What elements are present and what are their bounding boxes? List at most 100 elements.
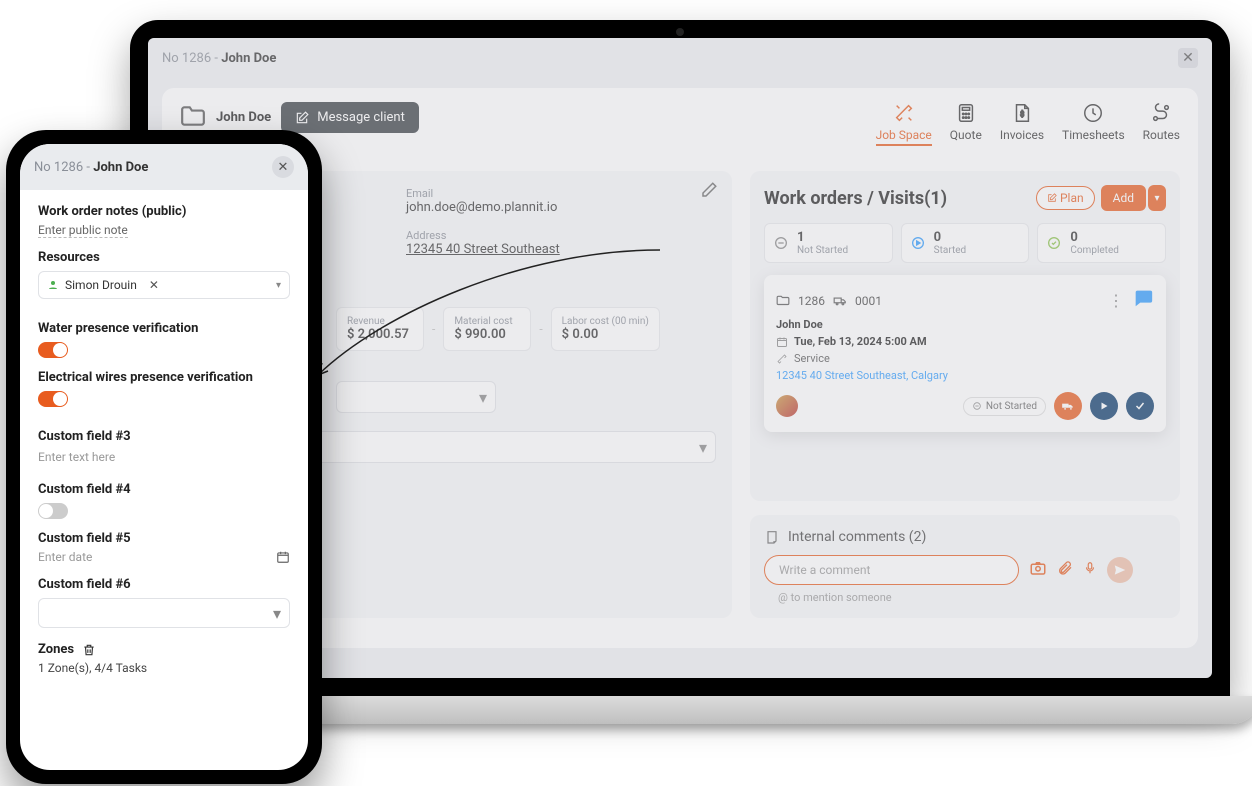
email-label: Email	[406, 187, 716, 200]
kpi-labor: Labor cost (00 min) $ 0.00	[551, 307, 660, 351]
phone-header: No 1286 - John Doe ✕	[20, 144, 308, 190]
comments-title: Internal comments (2)	[788, 529, 926, 545]
invoice-icon: $	[1011, 102, 1033, 124]
truck-small-icon	[833, 294, 847, 308]
assigned-avatar[interactable]	[776, 395, 798, 417]
camera-button[interactable]	[1029, 559, 1047, 581]
mention-hint: @ to mention someone	[778, 591, 1166, 604]
cf4-toggle[interactable]	[38, 503, 68, 519]
tools-icon	[893, 102, 915, 124]
tab-routes[interactable]: Routes	[1143, 102, 1180, 146]
circle-dash-icon	[773, 235, 789, 251]
tab-timesheets[interactable]: Timesheets	[1062, 102, 1125, 146]
stat-completed[interactable]: 0Completed	[1037, 223, 1166, 263]
phone-record-number: No 1286 -	[34, 160, 90, 175]
remove-resource-button[interactable]: ✕	[149, 278, 159, 292]
route-icon	[1150, 102, 1172, 124]
cf6-select[interactable]: ▾	[38, 598, 290, 628]
calendar-icon	[776, 336, 788, 348]
card-folder-number: 1286	[798, 294, 825, 308]
stat-not-started[interactable]: 1Not Started	[764, 223, 893, 263]
cf2-toggle[interactable]	[38, 391, 68, 407]
phone-client-name: John Doe	[93, 160, 148, 175]
message-client-button[interactable]: Message client	[281, 102, 419, 133]
work-orders-panel: Work orders / Visits(1) Plan Add ▾	[750, 171, 1180, 501]
play-icon	[1098, 400, 1110, 412]
card-more-menu[interactable]: ⋮	[1108, 291, 1122, 310]
trash-icon[interactable]	[82, 643, 96, 657]
cf3-label: Custom field #3	[38, 429, 290, 444]
cf1-label: Water presence verification	[38, 321, 290, 336]
pencil-icon	[700, 181, 718, 199]
tab-quote[interactable]: Quote	[950, 102, 982, 146]
card-client-name: John Doe	[776, 318, 1154, 331]
start-button[interactable]	[1090, 392, 1118, 420]
kpi-row: Revenue $ 2,000.57 - Material cost $ 990…	[336, 307, 716, 351]
close-window-button[interactable]: ✕	[1178, 48, 1198, 68]
zones-summary: 1 Zone(s), 4/4 Tasks	[38, 661, 290, 675]
top-nav-tabs: Job Space Quote $ Invoices Timesheets	[876, 102, 1180, 146]
notes-label: Work order notes (public)	[38, 204, 290, 219]
add-dropdown-button[interactable]: ▾	[1148, 185, 1166, 211]
phone-close-button[interactable]: ✕	[272, 156, 294, 178]
work-order-card[interactable]: 1286 0001 ⋮	[764, 275, 1166, 432]
card-datetime: Tue, Feb 13, 2024 5:00 AM	[794, 335, 927, 348]
plan-icon	[1047, 193, 1057, 203]
phone-frame: No 1286 - John Doe ✕ Work order notes (p…	[6, 130, 322, 784]
truck-icon	[1061, 399, 1075, 413]
complete-button[interactable]	[1126, 392, 1154, 420]
edit-message-icon	[295, 111, 309, 125]
card-visit-number: 0001	[855, 294, 882, 308]
stat-started[interactable]: 0Started	[901, 223, 1030, 263]
comments-panel: Internal comments (2) Write a comment @ …	[750, 515, 1180, 618]
send-comment-button[interactable]	[1107, 557, 1133, 583]
cf3-input[interactable]: Enter text here	[38, 444, 290, 470]
folder-client-name: John Doe	[216, 110, 271, 125]
cf5-label: Custom field #5	[38, 531, 290, 546]
chevron-down-icon: ▾	[276, 280, 281, 291]
card-address-link[interactable]: 12345 40 Street Southeast, Calgary	[776, 369, 1154, 382]
window-header: No 1286 - John Doe ✕	[148, 38, 1212, 78]
card-chat-button[interactable]	[1132, 287, 1154, 314]
laptop-camera	[676, 28, 684, 36]
check-icon	[1134, 400, 1146, 412]
send-icon	[1113, 563, 1127, 577]
cf4-label: Custom field #4	[38, 482, 290, 497]
calculator-icon	[955, 102, 977, 124]
person-icon	[47, 279, 59, 291]
card-service-type: Service	[794, 352, 830, 365]
add-button[interactable]: Add	[1101, 185, 1146, 211]
zones-label: Zones	[38, 642, 74, 657]
play-circle-icon	[910, 235, 926, 251]
folder-icon	[180, 105, 206, 131]
tab-invoices[interactable]: $ Invoices	[1000, 102, 1044, 146]
plan-button[interactable]: Plan	[1036, 186, 1095, 210]
edit-details-button[interactable]	[700, 181, 718, 203]
comment-input[interactable]: Write a comment	[764, 555, 1019, 585]
kpi-revenue: Revenue $ 2,000.57	[336, 307, 424, 351]
cf5-date-input[interactable]: Enter date	[38, 550, 290, 565]
cf1-toggle[interactable]	[38, 342, 68, 358]
camera-icon	[1029, 559, 1047, 577]
note-icon	[764, 529, 780, 545]
paperclip-icon	[1057, 559, 1073, 577]
tab-job-space[interactable]: Job Space	[876, 102, 932, 146]
folder-small-icon	[776, 294, 790, 308]
resources-select[interactable]: Simon Drouin ✕ ▾	[38, 271, 290, 299]
attach-button[interactable]	[1057, 559, 1073, 581]
resource-chip-name: Simon Drouin	[65, 278, 137, 292]
email-value: john.doe@demo.plannit.io	[406, 200, 716, 215]
address-label: Address	[406, 229, 716, 242]
header-client-name: John Doe	[221, 51, 276, 66]
voice-button[interactable]	[1083, 559, 1097, 581]
header-record-number: No 1286 -	[162, 51, 218, 66]
chat-bubble-icon	[1132, 287, 1154, 309]
clock-icon	[1082, 102, 1104, 124]
notes-input[interactable]: Enter public note	[38, 223, 128, 238]
service-tools-icon	[776, 353, 788, 365]
card-status-badge: Not Started	[963, 397, 1046, 416]
cf6-label: Custom field #6	[38, 577, 290, 592]
small-dropdown[interactable]: ▾	[336, 381, 496, 413]
address-link[interactable]: 12345 40 Street Southeast	[406, 242, 716, 257]
dispatch-button[interactable]	[1054, 392, 1082, 420]
